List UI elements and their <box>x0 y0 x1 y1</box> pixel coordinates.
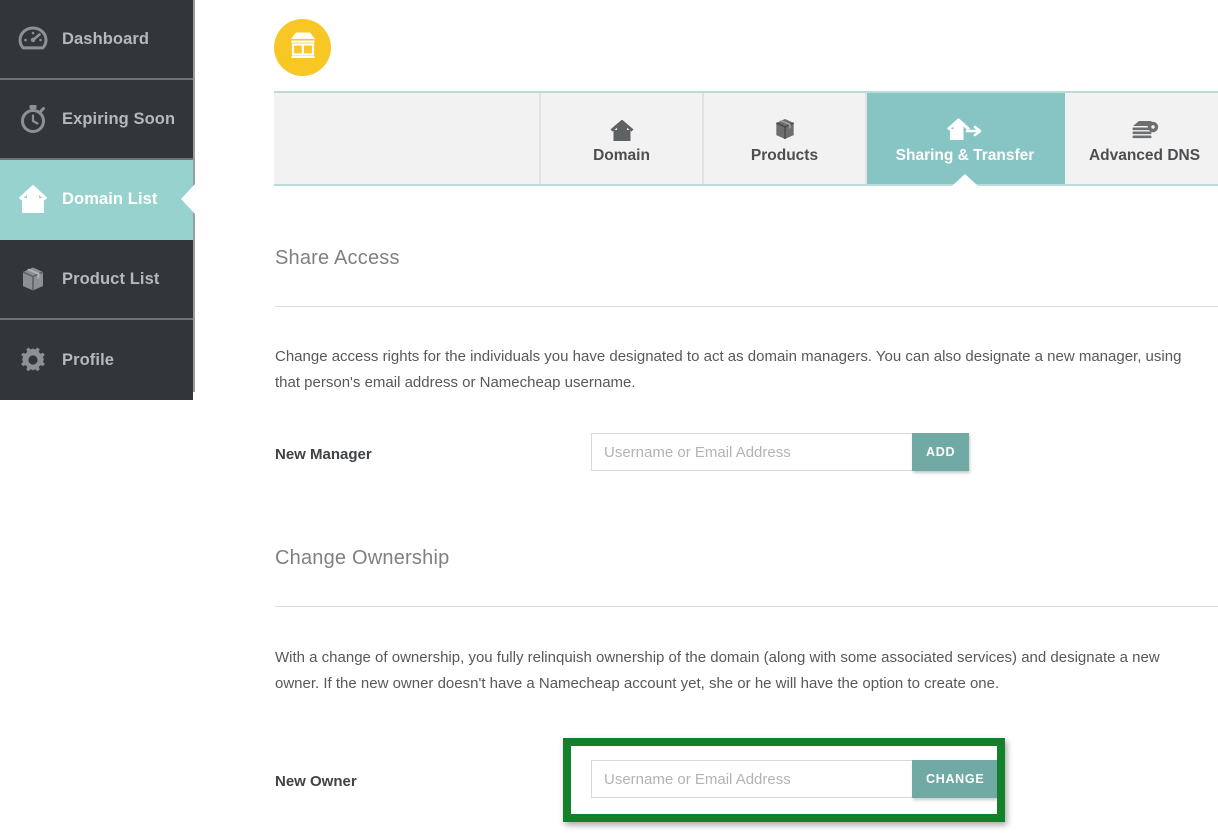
new-owner-input[interactable] <box>591 760 912 798</box>
sidebar-item-dashboard[interactable]: Dashboard <box>0 0 193 80</box>
tab-domain[interactable]: Domain <box>541 93 704 184</box>
tab-spacer <box>274 93 541 184</box>
active-indicator-notch <box>181 184 195 214</box>
box-icon <box>772 112 798 142</box>
sidebar-item-domain-list[interactable]: Domain List <box>0 160 195 240</box>
share-access-title: Share Access <box>275 247 400 269</box>
sidebar-item-label: Product List <box>62 269 160 288</box>
add-manager-button[interactable]: ADD <box>912 433 970 471</box>
change-ownership-description: With a change of ownership, you fully re… <box>275 649 1160 692</box>
tab-label: Products <box>750 147 819 164</box>
tab-label: Advanced DNS <box>1088 147 1201 164</box>
domain-tabs: Domain Products Sharing & Transfer Advan… <box>274 91 1218 186</box>
house-icon <box>610 112 634 142</box>
app-root: Dashboard Expiring Soon Domain List Prod… <box>0 0 1218 837</box>
main-content: Domain Products Sharing & Transfer Advan… <box>195 0 1218 837</box>
sidebar-item-label: Dashboard <box>62 29 150 48</box>
new-manager-input[interactable] <box>591 433 912 471</box>
speedometer-icon <box>14 22 52 56</box>
new-owner-field-group: CHANGE <box>591 760 999 798</box>
new-manager-label: New Manager <box>275 446 372 463</box>
change-owner-button[interactable]: CHANGE <box>912 760 999 798</box>
storefront-icon <box>287 30 319 65</box>
tab-advanced-dns[interactable]: Advanced DNS <box>1065 93 1218 184</box>
server-gear-icon <box>1129 112 1161 142</box>
sidebar-item-expiring-soon[interactable]: Expiring Soon <box>0 80 193 160</box>
sidebar: Dashboard Expiring Soon Domain List Prod… <box>0 0 195 400</box>
gear-icon <box>14 343 52 377</box>
stopwatch-icon <box>14 102 52 136</box>
share-access-divider <box>275 306 1218 307</box>
box-icon <box>14 262 52 296</box>
share-access-description: Change access rights for the individuals… <box>275 348 1182 391</box>
change-ownership-divider <box>275 606 1218 607</box>
house-icon <box>14 182 52 216</box>
change-ownership-title: Change Ownership <box>275 547 450 569</box>
tab-label: Sharing & Transfer <box>895 147 1035 164</box>
new-owner-label: New Owner <box>275 773 357 790</box>
sidebar-item-label: Domain List <box>62 189 158 208</box>
storefront-avatar <box>274 19 331 76</box>
sidebar-item-product-list[interactable]: Product List <box>0 240 193 320</box>
tab-products[interactable]: Products <box>704 93 867 184</box>
sidebar-item-profile[interactable]: Profile <box>0 320 193 400</box>
house-arrow-icon <box>947 112 983 142</box>
new-manager-field-group: ADD <box>591 433 970 471</box>
tab-sharing-transfer[interactable]: Sharing & Transfer <box>867 93 1065 186</box>
tab-label: Domain <box>593 147 650 164</box>
sidebar-item-label: Profile <box>62 350 115 369</box>
sidebar-item-label: Expiring Soon <box>62 109 176 128</box>
active-tab-pointer <box>952 174 978 186</box>
